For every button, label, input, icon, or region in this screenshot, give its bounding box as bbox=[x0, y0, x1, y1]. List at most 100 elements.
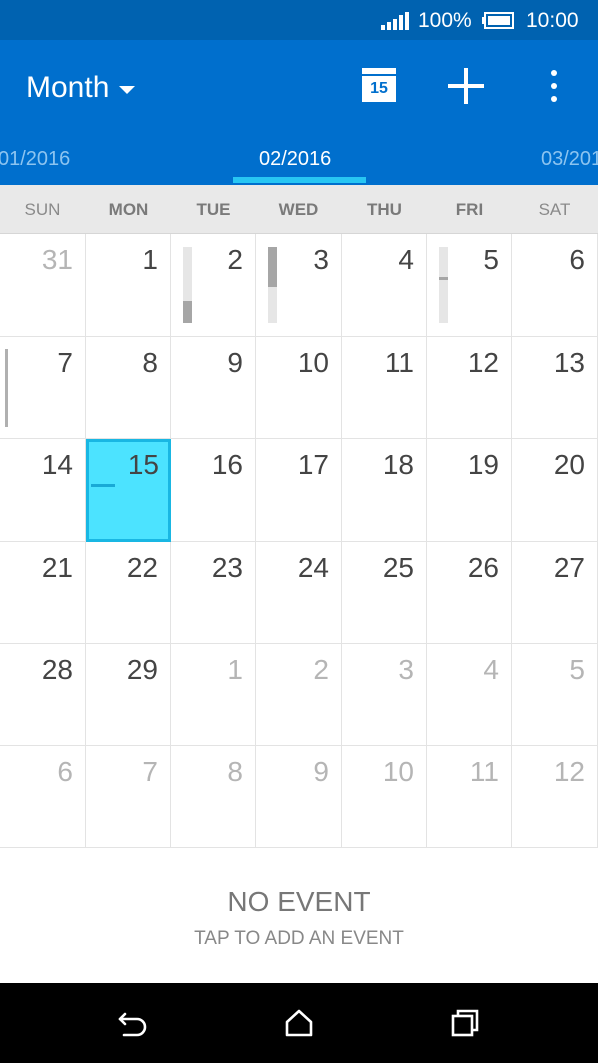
tab-prev-month[interactable]: 01/2016 bbox=[0, 146, 70, 172]
add-event-button[interactable] bbox=[446, 66, 486, 106]
day-cell[interactable]: 5 bbox=[427, 234, 512, 337]
day-cell[interactable]: 3 bbox=[256, 234, 342, 337]
day-cell[interactable]: 10 bbox=[256, 337, 342, 439]
day-number: 18 bbox=[382, 449, 414, 480]
day-number: 7 bbox=[57, 347, 73, 378]
status-clock: 10:00 bbox=[526, 9, 579, 32]
day-cell[interactable]: 11 bbox=[427, 746, 512, 848]
day-cell[interactable]: 2 bbox=[171, 234, 256, 337]
day-cell[interactable]: 1 bbox=[86, 234, 171, 337]
day-cell[interactable]: 19 bbox=[427, 439, 512, 542]
day-number: 3 bbox=[313, 244, 329, 275]
day-number: 23 bbox=[211, 552, 243, 583]
event-indicator bbox=[5, 349, 8, 427]
day-number: 1 bbox=[142, 244, 158, 275]
day-number: 26 bbox=[467, 552, 499, 583]
day-cell[interactable]: 17 bbox=[256, 439, 342, 542]
app-bar: Month 15 01/2016 02/2016 03/2016 bbox=[0, 40, 598, 185]
weekday-label: MON bbox=[108, 200, 149, 219]
day-cell[interactable]: 8 bbox=[171, 746, 256, 848]
day-cell[interactable]: 6 bbox=[0, 746, 86, 848]
battery-icon bbox=[482, 12, 514, 29]
day-number: 8 bbox=[227, 756, 243, 787]
day-cell[interactable]: 13 bbox=[512, 337, 598, 439]
day-cell[interactable]: 3 bbox=[342, 644, 427, 746]
weekday-label: SAT bbox=[538, 200, 571, 219]
day-cell[interactable]: 26 bbox=[427, 542, 512, 644]
day-cell[interactable]: 24 bbox=[256, 542, 342, 644]
recent-apps-icon[interactable] bbox=[447, 1005, 483, 1041]
today-button[interactable]: 15 bbox=[362, 68, 396, 102]
weekday-label: TUE bbox=[196, 200, 231, 219]
day-number: 10 bbox=[297, 347, 329, 378]
day-cell[interactable]: 27 bbox=[512, 542, 598, 644]
weekday-label: THU bbox=[367, 200, 402, 219]
chevron-down-icon bbox=[119, 86, 136, 94]
day-cell-selected[interactable]: 15 bbox=[86, 439, 171, 542]
tab-current-month[interactable]: 02/2016 bbox=[259, 146, 331, 172]
day-number: 12 bbox=[553, 756, 585, 787]
day-cell[interactable]: 5 bbox=[512, 644, 598, 746]
home-icon[interactable] bbox=[281, 1005, 317, 1041]
day-cell[interactable]: 31 bbox=[0, 234, 86, 337]
day-number: 9 bbox=[227, 347, 243, 378]
day-cell[interactable]: 6 bbox=[512, 234, 598, 337]
day-cell[interactable]: 21 bbox=[0, 542, 86, 644]
day-cell[interactable]: 4 bbox=[427, 644, 512, 746]
event-indicator bbox=[91, 484, 115, 487]
view-selector-dropdown[interactable]: Month bbox=[26, 68, 136, 108]
day-number: 15 bbox=[127, 449, 159, 480]
day-cell[interactable]: 11 bbox=[342, 337, 427, 439]
day-number: 6 bbox=[569, 244, 585, 275]
day-cell[interactable]: 7 bbox=[0, 337, 86, 439]
day-cell[interactable]: 18 bbox=[342, 439, 427, 542]
day-cell[interactable]: 20 bbox=[512, 439, 598, 542]
day-number: 11 bbox=[384, 347, 414, 378]
day-number: 8 bbox=[142, 347, 158, 378]
battery-percentage: 100% bbox=[418, 9, 472, 32]
day-number: 24 bbox=[297, 552, 329, 583]
day-cell[interactable]: 23 bbox=[171, 542, 256, 644]
day-cell[interactable]: 10 bbox=[342, 746, 427, 848]
overflow-menu-button[interactable] bbox=[540, 66, 568, 106]
day-cell[interactable]: 12 bbox=[512, 746, 598, 848]
today-icon-label: 15 bbox=[362, 76, 396, 102]
day-number: 2 bbox=[313, 654, 329, 685]
overflow-menu-icon bbox=[551, 70, 557, 76]
tab-next-month[interactable]: 03/2016 bbox=[541, 146, 598, 172]
day-number: 1 bbox=[227, 654, 243, 685]
day-number: 27 bbox=[553, 552, 585, 583]
day-number: 11 bbox=[469, 756, 499, 787]
weekday-label: SUN bbox=[24, 200, 61, 219]
day-number: 2 bbox=[227, 244, 243, 275]
day-cell[interactable]: 8 bbox=[86, 337, 171, 439]
day-number: 5 bbox=[483, 244, 499, 275]
day-cell[interactable]: 1 bbox=[171, 644, 256, 746]
event-indicator bbox=[183, 247, 192, 323]
add-event-area[interactable]: NO EVENT TAP TO ADD AN EVENT bbox=[0, 849, 598, 983]
day-cell[interactable]: 4 bbox=[342, 234, 427, 337]
day-cell[interactable]: 12 bbox=[427, 337, 512, 439]
day-cell[interactable]: 29 bbox=[86, 644, 171, 746]
back-icon[interactable] bbox=[115, 1005, 151, 1041]
day-cell[interactable]: 14 bbox=[0, 439, 86, 542]
day-cell[interactable]: 25 bbox=[342, 542, 427, 644]
day-number: 16 bbox=[211, 449, 243, 480]
day-cell[interactable]: 9 bbox=[171, 337, 256, 439]
day-number: 20 bbox=[553, 449, 585, 480]
no-event-title: NO EVENT bbox=[227, 886, 371, 917]
tab-indicator bbox=[233, 177, 366, 183]
day-cell[interactable]: 7 bbox=[86, 746, 171, 848]
day-cell[interactable]: 16 bbox=[171, 439, 256, 542]
signal-icon bbox=[381, 12, 409, 30]
day-number: 31 bbox=[41, 244, 73, 275]
day-cell[interactable]: 2 bbox=[256, 644, 342, 746]
day-number: 17 bbox=[297, 449, 329, 480]
day-cell[interactable]: 22 bbox=[86, 542, 171, 644]
day-number: 28 bbox=[41, 654, 73, 685]
day-cell[interactable]: 9 bbox=[256, 746, 342, 848]
day-cell[interactable]: 28 bbox=[0, 644, 86, 746]
weekday-label: WED bbox=[278, 200, 319, 219]
day-number: 7 bbox=[142, 756, 158, 787]
day-number: 9 bbox=[313, 756, 329, 787]
